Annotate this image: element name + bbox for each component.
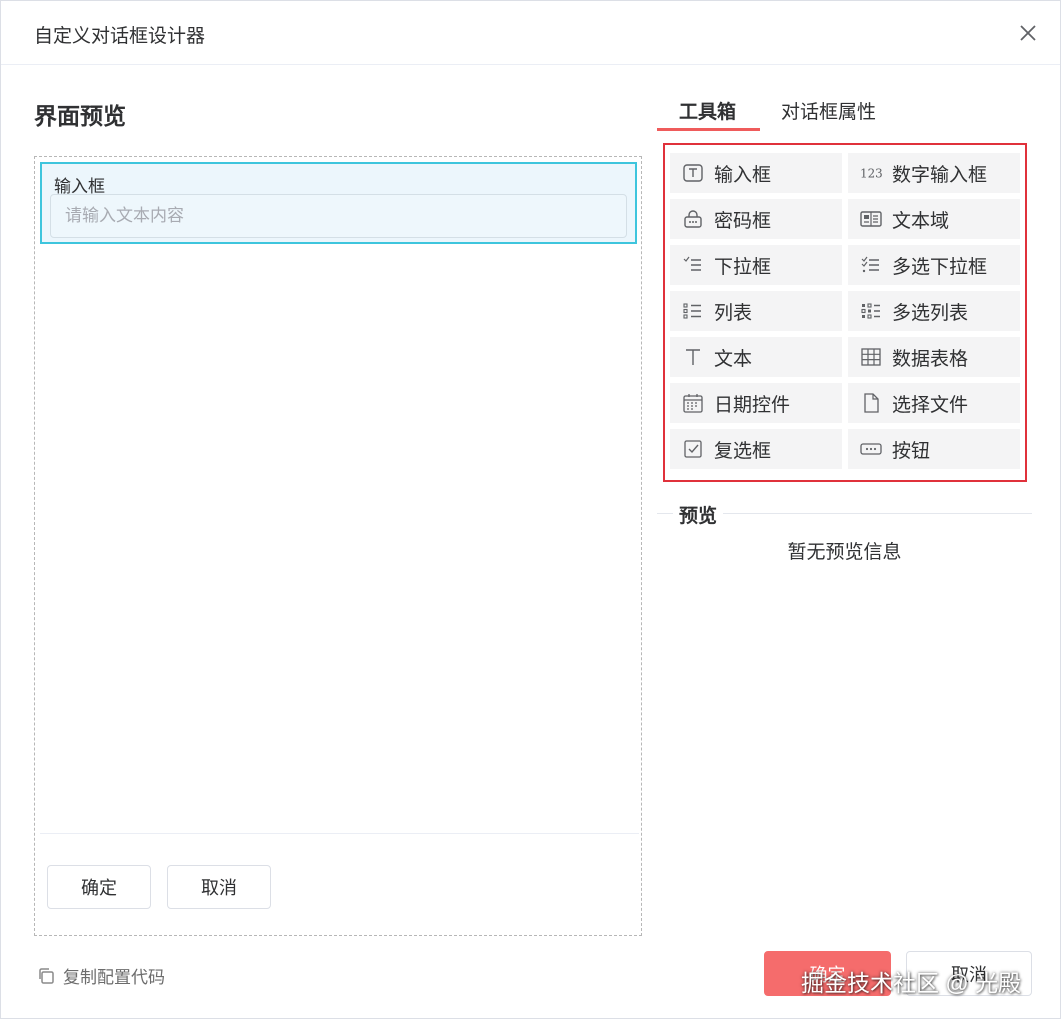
canvas-cancel-button[interactable]: 取消 bbox=[167, 865, 271, 909]
canvas-confirm-button[interactable]: 确定 bbox=[47, 865, 151, 909]
design-canvas[interactable]: 输入框 确定 取消 bbox=[34, 156, 642, 936]
number-123-icon: 123 bbox=[860, 162, 882, 184]
multi-list-icon bbox=[860, 300, 882, 322]
toolbox-panel: 输入框 123 数字输入框 密码框 文本域 下拉框 多选下拉框 列表 多选列表 … bbox=[663, 143, 1027, 482]
tool-text[interactable]: 文本 bbox=[670, 337, 842, 377]
dropdown-icon bbox=[682, 254, 704, 276]
tool-label: 数字输入框 bbox=[892, 164, 988, 186]
tool-label: 选择文件 bbox=[892, 394, 969, 416]
tool-label: 多选列表 bbox=[892, 302, 969, 324]
tool-textarea[interactable]: 文本域 bbox=[848, 199, 1020, 239]
tool-label: 文本域 bbox=[892, 210, 950, 232]
tool-date-picker[interactable]: 日期控件 bbox=[670, 383, 842, 423]
tool-file-select[interactable]: 选择文件 bbox=[848, 383, 1020, 423]
copy-config-link[interactable]: 复制配置代码 bbox=[36, 963, 165, 988]
tool-label: 文本 bbox=[714, 348, 753, 370]
tool-label: 按钮 bbox=[892, 440, 931, 462]
close-icon[interactable] bbox=[1018, 23, 1038, 43]
text-input-icon bbox=[682, 162, 704, 184]
right-tabs: 工具箱 对话框属性 bbox=[657, 91, 1032, 131]
preview-title: 预览 bbox=[673, 501, 724, 528]
tool-label: 密码框 bbox=[714, 210, 772, 232]
copy-config-label: 复制配置代码 bbox=[63, 968, 165, 987]
active-tab-indicator bbox=[657, 128, 760, 131]
dialog-cancel-button[interactable]: 取消 bbox=[906, 951, 1032, 996]
tool-multi-list[interactable]: 多选列表 bbox=[848, 291, 1020, 331]
tool-data-table[interactable]: 数据表格 bbox=[848, 337, 1020, 377]
list-icon bbox=[682, 300, 704, 322]
text-input-field[interactable] bbox=[50, 194, 627, 238]
password-icon bbox=[682, 208, 704, 230]
tool-list[interactable]: 列表 bbox=[670, 291, 842, 331]
tab-dialog-properties[interactable]: 对话框属性 bbox=[781, 97, 876, 124]
tool-text-input[interactable]: 输入框 bbox=[670, 153, 842, 193]
tool-multi-dropdown[interactable]: 多选下拉框 bbox=[848, 245, 1020, 285]
text-icon bbox=[682, 346, 704, 368]
tool-label: 日期控件 bbox=[714, 394, 791, 416]
textarea-icon bbox=[860, 208, 882, 230]
dialog-title: 自定义对话框设计器 bbox=[34, 26, 206, 47]
tool-number-input[interactable]: 123 数字输入框 bbox=[848, 153, 1020, 193]
tool-label: 输入框 bbox=[714, 164, 772, 186]
tab-toolbox[interactable]: 工具箱 bbox=[679, 97, 736, 124]
canvas-divider bbox=[40, 833, 639, 834]
dialog-titlebar: 自定义对话框设计器 bbox=[1, 1, 1060, 65]
tool-checkbox[interactable]: 复选框 bbox=[670, 429, 842, 469]
preview-empty-text: 暂无预览信息 bbox=[787, 542, 902, 563]
tool-label: 数据表格 bbox=[892, 348, 969, 370]
ui-preview-title: 界面预览 bbox=[34, 103, 126, 129]
calendar-icon bbox=[682, 392, 704, 414]
checkbox-icon bbox=[682, 438, 704, 460]
tool-button[interactable]: 按钮 bbox=[848, 429, 1020, 469]
tool-password[interactable]: 密码框 bbox=[670, 199, 842, 239]
multi-dropdown-icon bbox=[860, 254, 882, 276]
tool-dropdown[interactable]: 下拉框 bbox=[670, 245, 842, 285]
copy-icon bbox=[36, 966, 56, 986]
tool-label: 多选下拉框 bbox=[892, 256, 988, 278]
dialog-ok-button[interactable]: 确定 bbox=[764, 951, 891, 996]
file-icon bbox=[860, 392, 882, 414]
selected-field-block[interactable]: 输入框 bbox=[40, 162, 637, 244]
svg-text:123: 123 bbox=[860, 167, 882, 181]
table-icon bbox=[860, 346, 882, 368]
tool-label: 下拉框 bbox=[714, 256, 772, 278]
tool-label: 复选框 bbox=[714, 440, 772, 462]
tool-label: 列表 bbox=[714, 302, 753, 324]
dialog-window: 自定义对话框设计器 界面预览 输入框 确定 取消 复制配置代码 工具箱 对话 bbox=[0, 0, 1061, 1019]
button-icon bbox=[860, 438, 882, 460]
